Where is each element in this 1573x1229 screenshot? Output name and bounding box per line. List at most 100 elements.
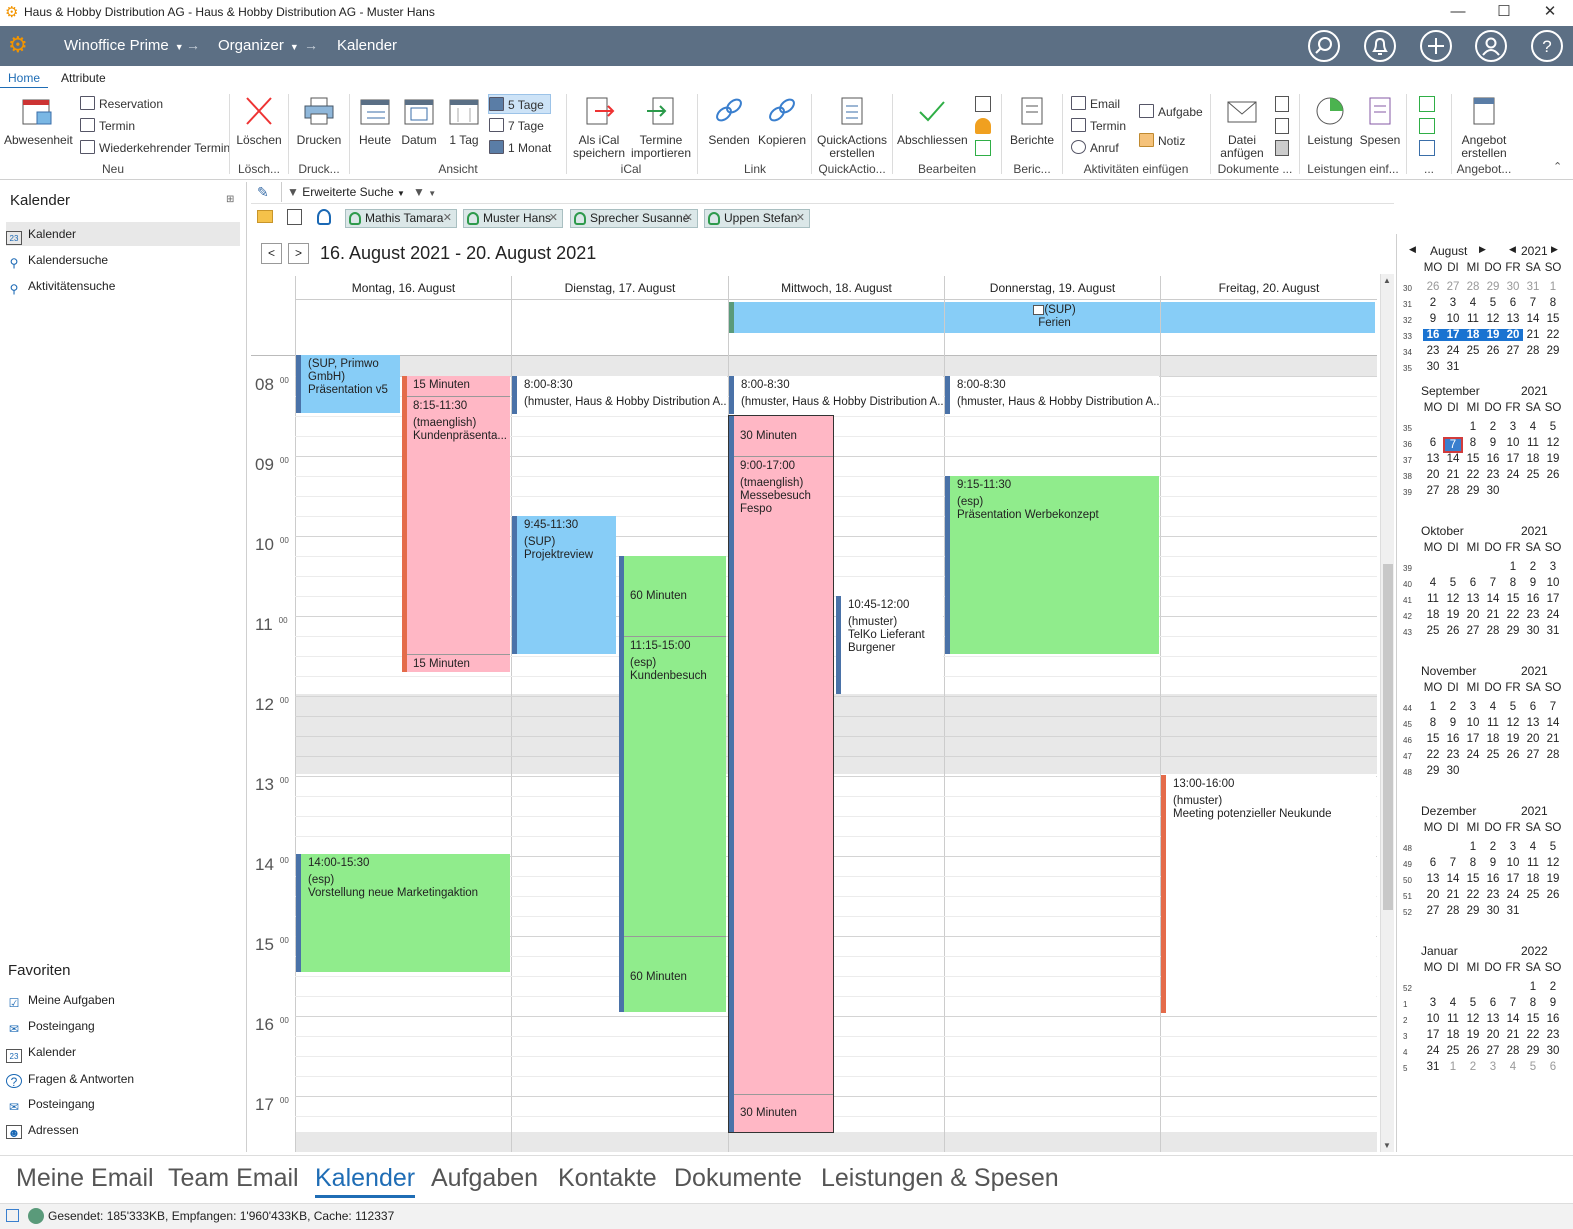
day-cell[interactable]: 13 (1503, 313, 1523, 325)
day-cell[interactable]: 31 (1543, 625, 1563, 637)
fav-posteingang-2[interactable]: ✉ Posteingang (6, 1092, 240, 1116)
day-cell[interactable]: 21 (1503, 1029, 1523, 1041)
day-cell[interactable]: 15 (1463, 453, 1483, 465)
day-cell[interactable]: 28 (1443, 485, 1463, 497)
day-cell[interactable]: 12 (1543, 437, 1563, 449)
day-cell[interactable]: 30 (1543, 1045, 1563, 1057)
day-cell[interactable]: 14 (1443, 453, 1463, 465)
previous-week-button[interactable]: < (261, 243, 282, 264)
day-cell[interactable]: 1 (1543, 281, 1563, 293)
day-cell[interactable]: 23 (1543, 1029, 1563, 1041)
day-cell[interactable]: 18 (1423, 609, 1443, 621)
day-cell[interactable]: 9 (1483, 437, 1503, 449)
day-cell[interactable]: 16 (1483, 453, 1503, 465)
day-cell[interactable]: 15 (1503, 593, 1523, 605)
day-cell[interactable]: 27 (1503, 345, 1523, 357)
day-cell[interactable]: 3 (1443, 297, 1463, 309)
day-cell[interactable]: 24 (1503, 889, 1523, 901)
day-cell[interactable]: 22 (1523, 1029, 1543, 1041)
bottom-nav-dokumente[interactable]: Dokumente (674, 1164, 802, 1193)
prev-month-icon[interactable]: ◀ (1409, 244, 1416, 255)
day-cell[interactable]: 17 (1423, 1029, 1443, 1041)
day-cell[interactable]: 20 (1423, 889, 1443, 901)
day-cell[interactable]: 27 (1523, 749, 1543, 761)
day-cell[interactable]: 8 (1423, 717, 1443, 729)
minimize-button[interactable]: — (1435, 0, 1481, 26)
day-cell[interactable]: 12 (1483, 313, 1503, 325)
remove-chip-icon[interactable]: ✕ (684, 210, 693, 227)
day-cell[interactable]: 8 (1503, 577, 1523, 589)
collapse-ribbon-icon[interactable]: ⌃ (1553, 160, 1562, 173)
day-cell[interactable]: 30 (1523, 625, 1543, 637)
day-cell[interactable]: 8 (1543, 297, 1563, 309)
day-cell[interactable]: 23 (1423, 345, 1443, 357)
day-cell[interactable]: 6 (1423, 857, 1443, 869)
link-document-icon[interactable] (1275, 118, 1289, 134)
day-cell[interactable]: 16 (1523, 593, 1543, 605)
event-praesentation-werbekonzept[interactable]: 9:15-11:30 (esp) Präsentation Werbekonzep… (945, 476, 1159, 654)
day-cell[interactable]: 12 (1543, 857, 1563, 869)
day-cell[interactable]: 19 (1543, 873, 1563, 885)
breadcrumb-app[interactable]: Winoffice Prime ▼ (64, 37, 184, 54)
day-cell[interactable]: 27 (1483, 1045, 1503, 1057)
day-cell[interactable]: 27 (1443, 281, 1463, 293)
day-cell[interactable]: 15 (1463, 873, 1483, 885)
day-cell[interactable]: 23 (1443, 749, 1463, 761)
prev-year-icon[interactable]: ◀ (1509, 244, 1516, 255)
day-cell[interactable]: 21 (1543, 733, 1563, 745)
day-cell[interactable]: 5 (1543, 841, 1563, 853)
resource-chip-mathis-tamara[interactable]: Mathis Tamara ✕ (345, 209, 457, 228)
day-header-monday[interactable]: Montag, 16. August (295, 276, 511, 300)
day-cell[interactable]: 16 (1483, 873, 1503, 885)
link-senden-button[interactable]: Senden (704, 92, 754, 147)
day-cell[interactable]: 5 (1483, 297, 1503, 309)
day-cell[interactable]: 16 (1423, 329, 1443, 341)
day-cell[interactable]: 13 (1523, 717, 1543, 729)
day-cell[interactable]: 2 (1523, 561, 1543, 573)
day-cell[interactable]: 11 (1523, 857, 1543, 869)
day-cell[interactable]: 31 (1443, 361, 1463, 373)
day-cell[interactable]: 8 (1463, 857, 1483, 869)
day-header-tuesday[interactable]: Dienstag, 17. August (511, 276, 728, 300)
day-cell[interactable]: 25 (1483, 749, 1503, 761)
event-hmuster-thursday[interactable]: 8:00-8:30 (hmuster, Haus & Hobby Distribu… (945, 376, 1159, 414)
notiz-activity-button[interactable]: Notiz (1139, 131, 1185, 151)
day-cell[interactable]: 3 (1463, 701, 1483, 713)
day-cell[interactable]: 7 (1523, 297, 1543, 309)
day-cell[interactable]: 26 (1423, 281, 1443, 293)
next-month-icon[interactable]: ▶ (1479, 244, 1486, 255)
abwesenheit-button[interactable]: Abwesenheit (4, 92, 73, 147)
day-cell[interactable]: 10 (1463, 717, 1483, 729)
day-cell[interactable]: 27 (1423, 485, 1443, 497)
day-cell[interactable]: 25 (1423, 625, 1443, 637)
datum-button[interactable]: Datum (400, 92, 438, 147)
aufgabe-activity-button[interactable]: Aufgabe (1139, 102, 1203, 122)
scroll-up-icon[interactable]: ▲ (1383, 276, 1391, 285)
day-cell[interactable]: 13 (1483, 1013, 1503, 1025)
day-cell[interactable]: 2 (1543, 981, 1563, 993)
day-cell[interactable]: 27 (1463, 625, 1483, 637)
bottom-nav-kalender[interactable]: Kalender (315, 1164, 416, 1198)
user-icon[interactable] (1475, 30, 1507, 62)
day-cell[interactable]: 26 (1463, 1045, 1483, 1057)
day-cell[interactable]: 29 (1463, 905, 1483, 917)
day-cell[interactable]: 5 (1443, 577, 1463, 589)
day-cell[interactable]: 26 (1483, 345, 1503, 357)
event-hmuster-wednesday[interactable]: 8:00-8:30 (hmuster, Haus & Hobby Distribu… (729, 376, 943, 414)
day-cell[interactable]: 24 (1443, 345, 1463, 357)
vertical-scrollbar[interactable]: ▲ ▼ (1380, 274, 1394, 1152)
day-cell[interactable]: 5 (1543, 421, 1563, 433)
day-cell[interactable]: 15 (1523, 1013, 1543, 1025)
resource-chip-uppen-stefan[interactable]: Uppen Stefan ✕ (704, 209, 810, 228)
day-cell[interactable]: 8 (1463, 437, 1483, 449)
day-cell[interactable]: 9 (1543, 997, 1563, 1009)
add-note-icon[interactable] (1419, 140, 1435, 156)
day-cell[interactable]: 7 (1443, 857, 1463, 869)
event-vorstellung-marketingaktion[interactable]: 14:00-15:30 (esp) Vorstellung neue Market… (296, 854, 510, 972)
day-cell[interactable]: 11 (1443, 1013, 1463, 1025)
day-cell[interactable]: 28 (1463, 281, 1483, 293)
1-tag-button[interactable]: 1 Tag (444, 92, 484, 147)
day-cell[interactable]: 3 (1423, 997, 1443, 1009)
person-blue-icon[interactable] (317, 209, 331, 225)
day-cell[interactable]: 1 (1443, 1061, 1463, 1073)
